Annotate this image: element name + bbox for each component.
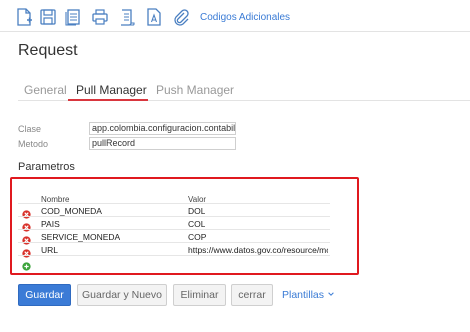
tab-pull-manager[interactable]: Pull Manager xyxy=(76,83,147,97)
remove-row-icon[interactable] xyxy=(22,232,31,245)
table-row-divider xyxy=(18,255,330,256)
delete-button[interactable]: Eliminar xyxy=(173,284,226,306)
tab-push-manager[interactable]: Push Manager xyxy=(156,83,234,97)
chevron-down-icon xyxy=(327,289,335,301)
metodo-input[interactable]: pullRecord xyxy=(89,137,236,150)
table-row-divider xyxy=(18,216,330,217)
metodo-label: Metodo xyxy=(18,139,49,149)
text-file-icon[interactable] xyxy=(145,8,163,26)
active-tab-indicator xyxy=(68,99,148,101)
param-value-cell[interactable]: DOL xyxy=(188,206,205,216)
close-button[interactable]: cerrar xyxy=(231,284,273,306)
save-and-new-button[interactable]: Guardar y Nuevo xyxy=(77,284,167,306)
new-document-icon[interactable] xyxy=(15,8,33,26)
scroll-icon[interactable] xyxy=(118,8,136,26)
param-name-cell[interactable]: SERVICE_MONEDA xyxy=(41,232,120,242)
remove-row-icon[interactable] xyxy=(22,219,31,232)
param-name-cell[interactable]: URL xyxy=(41,245,58,255)
save-icon[interactable] xyxy=(39,8,57,26)
print-icon[interactable] xyxy=(91,8,109,26)
templates-label: Plantillas xyxy=(282,289,325,301)
table-header-divider xyxy=(18,203,330,204)
templates-dropdown[interactable]: Plantillas xyxy=(282,289,335,301)
param-name-cell[interactable]: COD_MONEDA xyxy=(41,206,102,216)
documents-icon[interactable] xyxy=(64,8,82,26)
clase-input[interactable]: app.colombia.configuracion.contabilidad xyxy=(89,122,236,135)
page-title: Request xyxy=(18,42,78,59)
attachment-icon[interactable] xyxy=(172,8,190,26)
param-name-cell[interactable]: PAIS xyxy=(41,219,60,229)
table-row-divider xyxy=(18,229,330,230)
tab-general[interactable]: General xyxy=(24,83,67,97)
toolbar-divider xyxy=(0,31,470,32)
param-value-cell[interactable]: COP xyxy=(188,232,206,242)
parameters-table-highlight xyxy=(10,177,359,275)
additional-codes-link[interactable]: Codigos Adicionales xyxy=(200,12,290,23)
remove-row-icon[interactable] xyxy=(22,245,31,258)
param-value-cell[interactable]: COL xyxy=(188,219,205,229)
add-row-icon[interactable] xyxy=(22,258,31,271)
save-button[interactable]: Guardar xyxy=(18,284,71,306)
remove-row-icon[interactable] xyxy=(22,206,31,219)
table-row-divider xyxy=(18,242,330,243)
clase-label: Clase xyxy=(18,124,42,134)
parametros-title: Parametros xyxy=(18,161,75,173)
param-value-cell[interactable]: https://www.datos.gov.co/resource/mcec xyxy=(188,245,328,255)
